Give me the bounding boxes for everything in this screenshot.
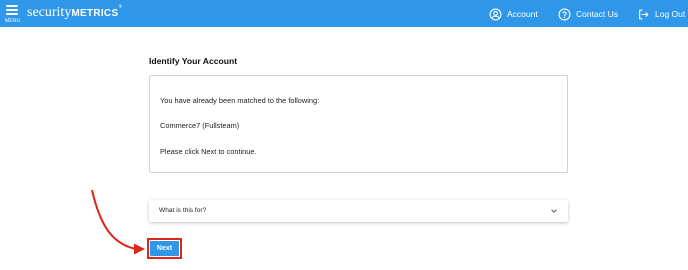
what-is-this-for-accordion[interactable]: What is this for? — [149, 200, 568, 222]
next-button[interactable]: Next — [150, 241, 179, 256]
chevron-down-icon — [551, 209, 557, 213]
nav-log-out-label: Log Out — [655, 9, 686, 19]
matched-account-name: Commerce7 (Fullsteam) — [160, 121, 240, 130]
nav-account[interactable]: Account — [489, 6, 538, 22]
logout-icon — [639, 9, 649, 19]
top-app-bar: MENU securityMETRICS® Account Contact Us… — [0, 0, 688, 27]
accordion-label: What is this for? — [159, 207, 207, 214]
nav-contact-us-label: Contact Us — [576, 9, 619, 19]
logo-text-light: security — [27, 5, 72, 20]
hamburger-icon — [6, 5, 18, 17]
securitymetrics-logo[interactable]: securityMETRICS® — [27, 5, 122, 21]
match-intro-text: You have already been matched to the fol… — [160, 96, 320, 105]
logo-text-bold: METRICS — [71, 8, 119, 19]
account-circle-icon — [489, 8, 502, 20]
nav-account-label: Account — [507, 9, 538, 19]
match-info-card: You have already been matched to the fol… — [149, 75, 568, 173]
help-circle-icon — [558, 8, 571, 20]
menu-label: MENU — [5, 18, 21, 24]
menu-button[interactable]: MENU — [5, 5, 21, 25]
page-title: Identify Your Account — [149, 56, 238, 66]
nav-log-out[interactable]: Log Out — [637, 6, 685, 22]
continue-instruction-text: Please click Next to continue. — [160, 147, 257, 156]
nav-contact-us[interactable]: Contact Us — [558, 6, 618, 22]
logo-registered-mark: ® — [118, 5, 123, 10]
